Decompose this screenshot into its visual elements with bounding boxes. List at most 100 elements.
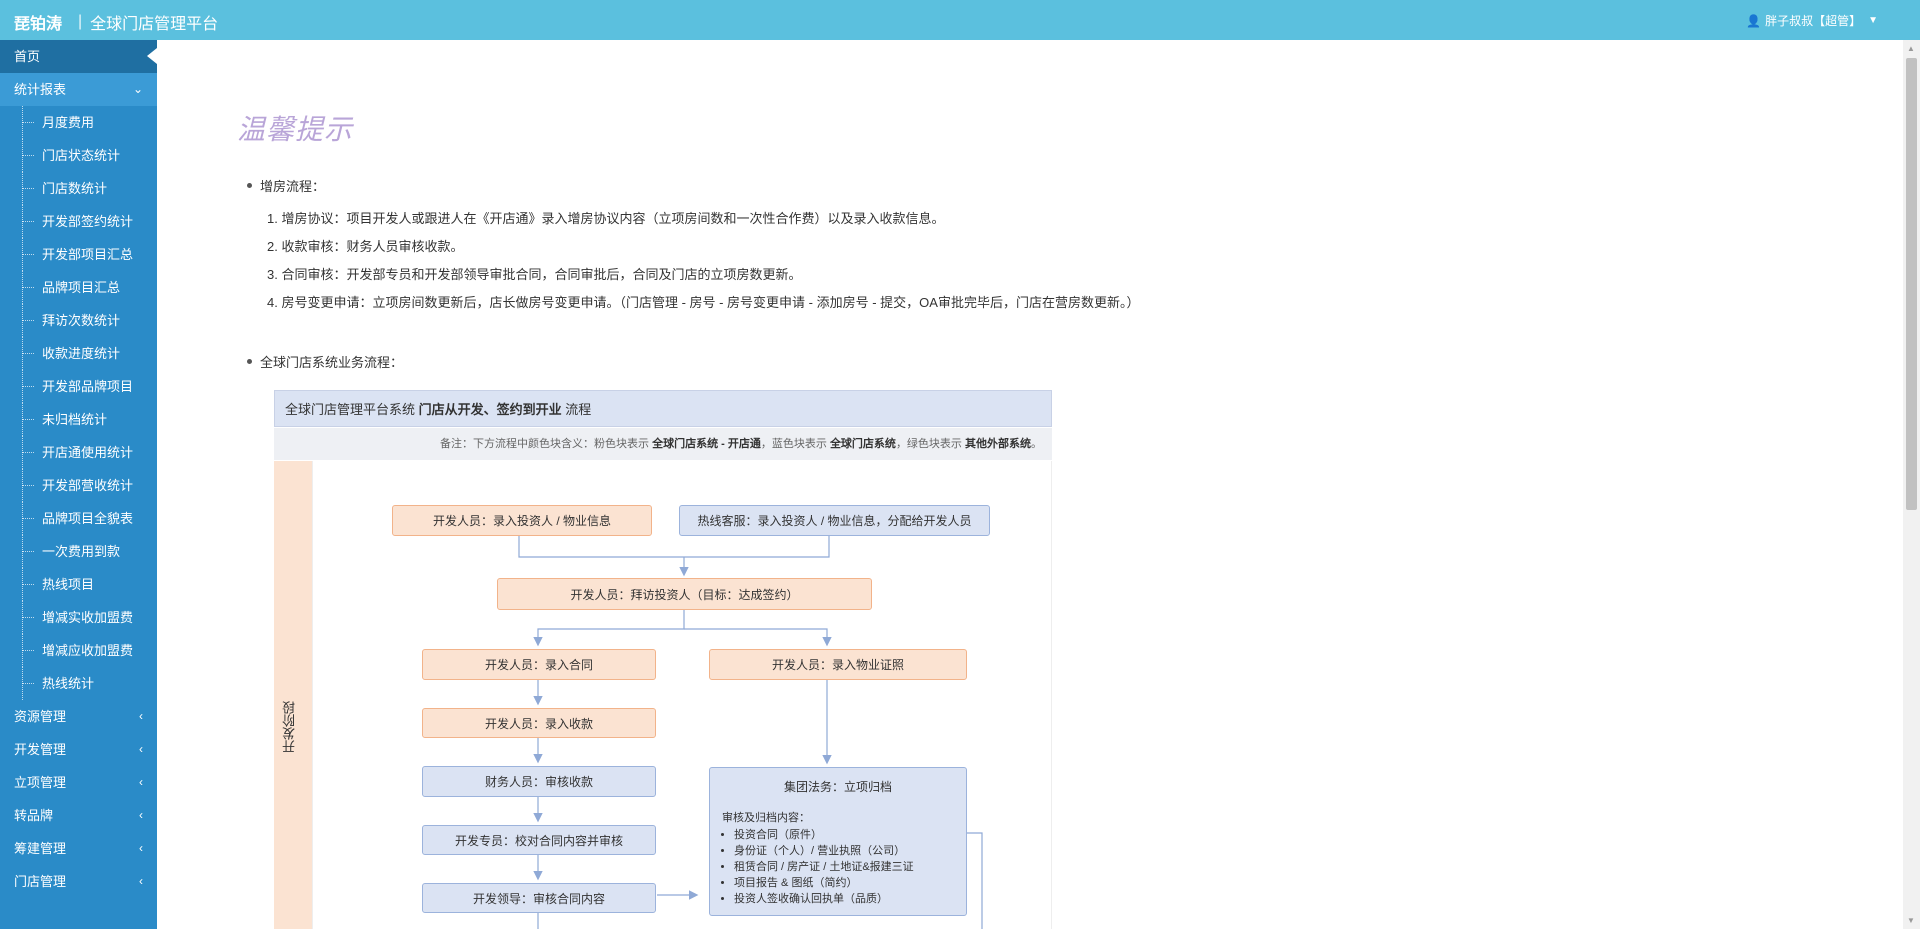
chevron-left-icon: ‹ bbox=[139, 742, 143, 756]
step-item: 1. 增房协议：项目开发人或跟进人在《开店通》录入增房协议内容（立项房间数和一次… bbox=[267, 211, 945, 226]
flow-note: 备注：下方流程中颜色块含义：粉色块表示 全球门店系统 - 开店通，蓝色块表示 全… bbox=[274, 428, 1052, 460]
section-heading: 增房流程： bbox=[247, 176, 1139, 195]
sidebar-item-label: 立项管理 bbox=[14, 775, 67, 790]
submenu-item[interactable]: 收款进度统计 bbox=[0, 337, 157, 370]
chevron-left-icon: ‹ bbox=[139, 808, 143, 822]
app-title: 全球门店管理平台 bbox=[90, 16, 219, 33]
main-content: 温馨提示 增房流程： 1. 增房协议：项目开发人或跟进人在《开店通》录入增房协议… bbox=[157, 40, 1903, 929]
flow-node-dev-lead: 开发领导：审核合同内容 bbox=[422, 883, 656, 913]
vertical-scrollbar[interactable]: ▲ ▼ bbox=[1903, 40, 1920, 929]
flow-node-hotline: 热线客服：录入投资人 / 物业信息，分配给开发人员 bbox=[679, 505, 990, 536]
sidebar-item-label: 首页 bbox=[14, 49, 41, 64]
sidebar-item-label: 门店管理 bbox=[14, 874, 67, 889]
chevron-left-icon: ‹ bbox=[139, 874, 143, 888]
swimlane-label: 开发阶段 bbox=[282, 701, 297, 753]
scroll-up-icon[interactable]: ▲ bbox=[1907, 44, 1915, 53]
bullet-icon bbox=[247, 359, 252, 364]
submenu-item[interactable]: 热线项目 bbox=[0, 568, 157, 601]
flow-node-dev-special: 开发专员：校对合同内容并审核 bbox=[422, 825, 656, 855]
bullet-icon bbox=[247, 183, 252, 188]
legal-sub-label: 审核及归档内容： bbox=[722, 812, 810, 824]
user-menu[interactable]: 👤 胖子叔叔【超管】 ▼ bbox=[1746, 12, 1878, 29]
submenu-item[interactable]: 拜访次数统计 bbox=[0, 304, 157, 337]
user-icon: 👤 bbox=[1746, 13, 1762, 28]
sidebar-item-label: 资源管理 bbox=[14, 709, 67, 724]
flow-node-receipt: 开发人员：录入收款 bbox=[422, 708, 656, 738]
sidebar-item-reports[interactable]: 统计报表 ⌄ bbox=[0, 73, 157, 106]
submenu-item[interactable]: 品牌项目全貌表 bbox=[0, 502, 157, 535]
submenu-item[interactable]: 热线统计 bbox=[0, 667, 157, 700]
step-item: 2. 收款审核：财务人员审核收款。 bbox=[267, 239, 464, 254]
submenu-item[interactable]: 开店通使用统计 bbox=[0, 436, 157, 469]
chevron-left-icon: ‹ bbox=[139, 709, 143, 723]
sidebar-item-label: 开发管理 bbox=[14, 742, 67, 757]
flow-node-dev-input: 开发人员：录入投资人 / 物业信息 bbox=[392, 505, 652, 536]
submenu-item[interactable]: 开发部项目汇总 bbox=[0, 238, 157, 271]
top-header: 琵铂涛 | 全球门店管理平台 👤 胖子叔叔【超管】 ▼ bbox=[0, 0, 1920, 40]
flow-node-contract: 开发人员：录入合同 bbox=[422, 649, 656, 680]
submenu-item[interactable]: 一次费用到款 bbox=[0, 535, 157, 568]
swimlane: 开发阶段 bbox=[274, 461, 312, 929]
section-heading-text: 全球门店系统业务流程： bbox=[260, 355, 404, 370]
flow-node-label: 热线客服：录入投资人 / 物业信息，分配给开发人员 bbox=[697, 514, 972, 528]
submenu-item[interactable]: 品牌项目汇总 bbox=[0, 271, 157, 304]
submenu-item[interactable]: 门店数统计 bbox=[0, 172, 157, 205]
sidebar-item-stores[interactable]: 门店管理 ‹ bbox=[0, 865, 157, 898]
section-heading-text: 增房流程： bbox=[260, 179, 326, 194]
sidebar-item-development[interactable]: 开发管理 ‹ bbox=[0, 733, 157, 766]
note-text: ，绿色块表示 bbox=[895, 438, 965, 450]
step-item: 3. 合同审核：开发部专员和开发部领导审批合同，合同审批后，合同及门店的立项房数… bbox=[267, 267, 802, 282]
sidebar-item-label: 筹建管理 bbox=[14, 841, 67, 856]
sidebar-item-home[interactable]: 首页 bbox=[0, 40, 157, 73]
steps-list: 1. 增房协议：项目开发人或跟进人在《开店通》录入增房协议内容（立项房间数和一次… bbox=[267, 205, 1139, 317]
flow-node-label: 财务人员：审核收款 bbox=[484, 775, 593, 789]
submenu-item[interactable]: 增减应收加盟费 bbox=[0, 634, 157, 667]
legal-item: 投资合同（原件） bbox=[734, 827, 966, 843]
brand-logo: 琵铂涛 bbox=[14, 16, 63, 33]
flow-node-legal: 集团法务：立项归档 审核及归档内容： 投资合同（原件） 身份证（个人）/ 营业执… bbox=[709, 767, 967, 916]
submenu-item[interactable]: 增减实收加盟费 bbox=[0, 601, 157, 634]
sidebar: 首页 统计报表 ⌄ 月度费用 门店状态统计 门店数统计 开发部签约统计 开发部项… bbox=[0, 40, 157, 929]
sidebar-item-brand-transfer[interactable]: 转品牌 ‹ bbox=[0, 799, 157, 832]
sidebar-item-projects[interactable]: 立项管理 ‹ bbox=[0, 766, 157, 799]
submenu-item[interactable]: 未归档统计 bbox=[0, 403, 157, 436]
submenu-item[interactable]: 开发部营收统计 bbox=[0, 469, 157, 502]
note-bold: 全球门店系统 bbox=[829, 438, 896, 450]
note-text: 。 bbox=[1031, 438, 1042, 450]
legal-item: 项目报告 & 图纸（简约） bbox=[734, 875, 966, 891]
submenu-item[interactable]: 开发部品牌项目 bbox=[0, 370, 157, 403]
user-name: 胖子叔叔【超管】 bbox=[1765, 14, 1862, 28]
flow-node-finance: 财务人员：审核收款 bbox=[422, 766, 656, 797]
caret-down-icon: ▼ bbox=[1868, 15, 1878, 26]
scroll-down-icon[interactable]: ▼ bbox=[1907, 916, 1915, 925]
flow-title-prefix: 全球门店管理平台系统 bbox=[285, 402, 419, 417]
note-bold: 其他外部系统 bbox=[965, 438, 1031, 450]
flow-node-label: 开发人员：拜访投资人（目标：达成签约） bbox=[570, 587, 799, 602]
flow-node-label: 开发人员：录入物业证照 bbox=[771, 658, 904, 672]
legal-item: 投资人签收确认回执单（品质） bbox=[734, 891, 966, 907]
flow-node-label: 开发人员：录入收款 bbox=[484, 716, 593, 731]
flow-node-label: 开发领导：审核合同内容 bbox=[472, 891, 605, 906]
brand-separator: | bbox=[78, 13, 83, 30]
sidebar-item-label: 统计报表 bbox=[14, 82, 67, 97]
section-heading: 全球门店系统业务流程： bbox=[247, 352, 403, 371]
flowchart: 全球门店管理平台系统 门店从开发、签约到开业 流程 备注：下方流程中颜色块含义：… bbox=[274, 390, 1054, 929]
business-flow-section: 全球门店系统业务流程： bbox=[247, 352, 403, 371]
scroll-thumb[interactable] bbox=[1906, 58, 1917, 510]
chevron-left-icon: ‹ bbox=[139, 775, 143, 789]
submenu-item[interactable]: 月度费用 bbox=[0, 106, 157, 139]
flow-node-property-cert: 开发人员：录入物业证照 bbox=[709, 649, 967, 680]
brand[interactable]: 琵铂涛 | 全球门店管理平台 bbox=[14, 10, 218, 34]
sidebar-item-resources[interactable]: 资源管理 ‹ bbox=[0, 700, 157, 733]
sidebar-item-label: 转品牌 bbox=[14, 808, 54, 823]
sidebar-item-construction[interactable]: 筹建管理 ‹ bbox=[0, 832, 157, 865]
submenu-item[interactable]: 开发部签约统计 bbox=[0, 205, 157, 238]
flow-node-label: 开发人员：录入投资人 / 物业信息 bbox=[432, 514, 611, 528]
reports-submenu: 月度费用 门店状态统计 门店数统计 开发部签约统计 开发部项目汇总 品牌项目汇总… bbox=[0, 106, 157, 700]
submenu-item[interactable]: 门店状态统计 bbox=[0, 139, 157, 172]
note-text: 备注：下方流程中颜色块含义：粉色块表示 bbox=[440, 438, 653, 450]
legal-item: 身份证（个人）/ 营业执照（公司） bbox=[734, 843, 966, 859]
tip-title: 温馨提示 bbox=[237, 113, 354, 146]
flow-node-label: 集团法务：立项归档 bbox=[783, 780, 892, 794]
legal-item: 租赁合同 / 房产证 / 土地证&报建三证 bbox=[734, 859, 966, 875]
